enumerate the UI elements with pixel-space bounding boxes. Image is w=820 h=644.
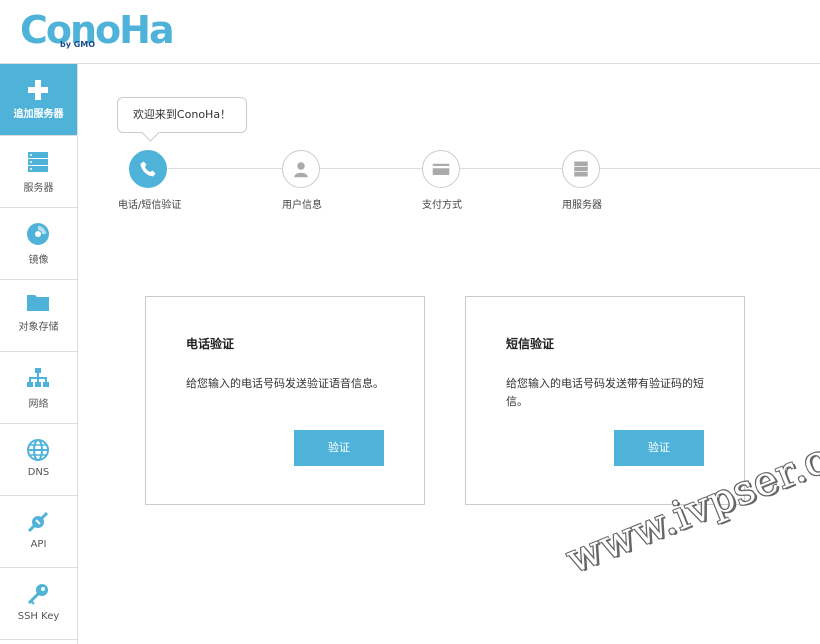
card-description: 给您输入的电话号码发送带有验证码的短信。 xyxy=(506,377,704,408)
sidebar-item-dns[interactable]: DNS xyxy=(0,424,77,496)
credit-card-icon xyxy=(432,163,450,175)
sms-verify-button[interactable]: 验证 xyxy=(614,430,704,466)
sidebar-item-label: SSH Key xyxy=(17,611,60,622)
server-icon xyxy=(28,152,48,172)
sidebar-item-label: 服务器 xyxy=(23,183,54,194)
step-label: 电话/短信验证 xyxy=(118,200,182,211)
user-icon xyxy=(294,162,308,178)
plus-icon xyxy=(28,80,48,100)
welcome-bubble: 欢迎来到ConoHa！ xyxy=(117,97,247,133)
sidebar-item-label: 镜像 xyxy=(28,255,49,266)
server-icon xyxy=(574,161,588,177)
sidebar-item-servers[interactable]: 服务器 xyxy=(0,136,77,208)
sidebar: 追加服务器 服务器 镜像 对象存储 网络 DNS API SSH Key xyxy=(0,64,78,644)
sidebar-item-ssh-key[interactable]: SSH Key xyxy=(0,568,77,640)
phone-verification-card: 电话验证 给您输入的电话号码发送验证语音信息。 验证 xyxy=(145,296,425,505)
sms-verification-card: 短信验证 给您输入的电话号码发送带有验证码的短信。 验证 xyxy=(465,296,745,505)
step-label: 用服务器 xyxy=(562,200,602,211)
progress-line xyxy=(168,168,820,169)
step-phone-verification[interactable] xyxy=(129,150,167,188)
disc-icon xyxy=(27,223,49,245)
card-title: 电话验证 xyxy=(186,337,235,351)
card-description: 给您输入的电话号码发送验证语音信息。 xyxy=(186,377,384,390)
sidebar-item-images[interactable]: 镜像 xyxy=(0,208,77,280)
sidebar-item-label: DNS xyxy=(27,467,50,478)
sidebar-item-label: 对象存储 xyxy=(18,322,59,333)
card-title: 短信验证 xyxy=(506,337,555,351)
sidebar-item-object-storage[interactable]: 对象存储 xyxy=(0,280,77,352)
sidebar-item-network[interactable]: 网络 xyxy=(0,352,77,424)
step-label: 支付方式 xyxy=(422,200,462,211)
api-icon xyxy=(27,511,49,533)
key-icon xyxy=(27,584,48,605)
globe-icon xyxy=(27,439,49,461)
network-icon xyxy=(27,368,49,387)
step-label: 用户信息 xyxy=(282,200,322,211)
sidebar-item-label: API xyxy=(30,539,47,550)
top-header: ConoHa by GMO xyxy=(0,0,820,64)
sidebar-item-add-server[interactable]: 追加服务器 xyxy=(0,64,77,136)
conoha-logo[interactable]: ConoHa by GMO xyxy=(20,8,175,56)
step-payment-method[interactable] xyxy=(422,150,460,188)
step-use-server[interactable] xyxy=(562,150,600,188)
folder-icon xyxy=(27,295,49,311)
sidebar-item-label: 追加服务器 xyxy=(13,109,64,120)
logo-byline: by GMO xyxy=(60,40,96,49)
sidebar-item-api[interactable]: API xyxy=(0,496,77,568)
sidebar-item-label: 网络 xyxy=(28,399,49,410)
step-user-info[interactable] xyxy=(282,150,320,188)
phone-icon xyxy=(140,161,156,177)
phone-verify-button[interactable]: 验证 xyxy=(294,430,384,466)
